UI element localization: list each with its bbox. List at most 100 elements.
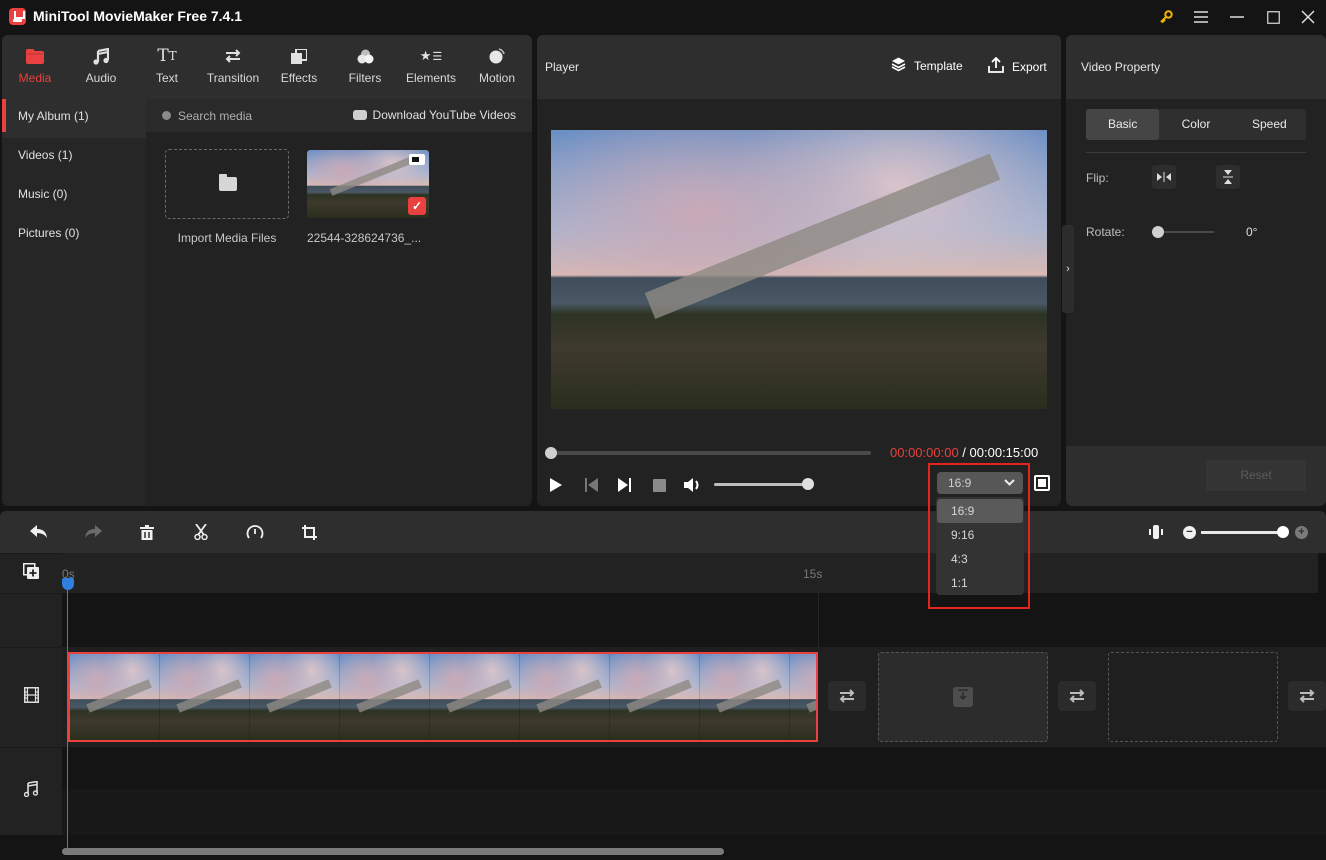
flip-vertical-button[interactable] — [1216, 165, 1240, 189]
volume-icon[interactable] — [684, 477, 702, 493]
timeline-horizontal-scrollbar[interactable] — [62, 848, 724, 855]
seek-bar[interactable] — [545, 447, 871, 459]
total-time: 00:00:15:00 — [969, 445, 1039, 460]
download-youtube-button[interactable]: Download YouTube Videos — [352, 108, 516, 122]
transition-slot-button[interactable] — [828, 681, 866, 711]
previous-frame-button[interactable] — [582, 477, 600, 493]
zoom-out-icon[interactable]: − — [1183, 526, 1196, 539]
next-frame-button[interactable] — [615, 477, 633, 493]
checkmark-icon: ✓ — [408, 197, 426, 215]
album-item-pictures[interactable]: Pictures (0) — [2, 216, 146, 255]
fullscreen-icon[interactable] — [1034, 475, 1050, 491]
tab-basic[interactable]: Basic — [1086, 109, 1160, 140]
transition-slot-button[interactable] — [1058, 681, 1096, 711]
motion-icon — [464, 47, 530, 65]
frame-road — [626, 679, 692, 713]
media-library: Download YouTube Videos Import Media Fil… — [146, 99, 532, 506]
audio-waveform-icon[interactable] — [1146, 523, 1166, 541]
speed-gauge-icon[interactable] — [245, 523, 265, 541]
tab-color[interactable]: Color — [1159, 109, 1232, 140]
reset-button[interactable]: Reset — [1206, 460, 1306, 491]
media-clip-thumbnail[interactable]: ✓ — [307, 150, 429, 218]
text-icon: TT — [157, 46, 177, 66]
tab-elements[interactable]: ★ ☰ Elements — [398, 35, 464, 99]
template-button[interactable]: Template — [891, 57, 963, 75]
zoom-handle[interactable] — [1277, 526, 1289, 538]
album-item-my-album[interactable]: My Album (1) — [2, 99, 146, 138]
aspect-option-16-9[interactable]: 16:9 — [937, 499, 1023, 523]
playhead-handle[interactable] — [62, 578, 74, 590]
timeline-toolbar — [0, 511, 1326, 553]
media-panel: Media Audio TT Text Transition Effects F… — [2, 35, 532, 506]
tab-transition[interactable]: Transition — [200, 35, 266, 99]
template-label: Template — [914, 59, 963, 73]
tab-effects[interactable]: Effects — [266, 35, 332, 99]
video-camera-icon — [409, 154, 425, 165]
ruler-marker — [818, 593, 819, 647]
add-track-button[interactable] — [0, 553, 62, 593]
search-input[interactable] — [160, 107, 340, 125]
volume-slider[interactable] — [714, 478, 814, 490]
key-icon[interactable] — [1155, 6, 1177, 28]
property-body: Basic Color Speed Flip: Rotate: 0° — [1066, 99, 1326, 446]
aspect-option-9-16[interactable]: 9:16 — [937, 523, 1023, 547]
aspect-option-4-3[interactable]: 4:3 — [937, 547, 1023, 571]
property-tabs: Basic Color Speed — [1086, 109, 1306, 140]
crop-icon[interactable] — [299, 523, 319, 541]
current-time: 00:00:00:00 — [890, 445, 959, 460]
album-item-videos[interactable]: Videos (1) — [2, 138, 146, 177]
video-preview[interactable] — [551, 130, 1047, 409]
redo-icon[interactable] — [83, 523, 103, 541]
close-icon[interactable] — [1297, 6, 1319, 28]
aspect-option-1-1[interactable]: 1:1 — [937, 571, 1023, 595]
play-button[interactable] — [547, 477, 565, 493]
rotate-handle[interactable] — [1152, 226, 1164, 238]
video-clip[interactable] — [68, 652, 818, 742]
clip-drop-slot[interactable] — [878, 652, 1048, 742]
tab-audio[interactable]: Audio — [68, 35, 134, 99]
frame-road — [536, 679, 602, 713]
frame-road — [266, 679, 332, 713]
stop-button[interactable] — [650, 477, 668, 493]
player-header: Player Template Export — [537, 35, 1061, 99]
transition-slot-button[interactable] — [1288, 681, 1326, 711]
clip-frame — [790, 654, 816, 740]
frame-road — [806, 679, 816, 713]
clip-frame — [340, 654, 430, 740]
tab-motion[interactable]: Motion — [464, 35, 530, 99]
import-media-button[interactable] — [165, 149, 289, 219]
menu-icon[interactable] — [1190, 6, 1212, 28]
volume-handle[interactable] — [802, 478, 814, 490]
split-scissors-icon[interactable] — [191, 523, 211, 541]
tab-label: Motion — [478, 71, 516, 85]
zoom-in-icon[interactable]: + — [1295, 526, 1308, 539]
tab-speed[interactable]: Speed — [1233, 109, 1306, 140]
frame-road — [176, 679, 242, 713]
delete-icon[interactable] — [137, 523, 157, 541]
flip-horizontal-button[interactable] — [1152, 165, 1176, 189]
album-item-music[interactable]: Music (0) — [2, 177, 146, 216]
tab-text[interactable]: TT Text — [134, 35, 200, 99]
title-bar: MiniTool MovieMaker Free 7.4.1 — [0, 0, 1326, 34]
rotate-label: Rotate: — [1086, 225, 1125, 239]
tab-label: Audio — [85, 71, 117, 85]
rotate-slider[interactable] — [1152, 226, 1214, 238]
aspect-ratio-select[interactable]: 16:9 — [937, 472, 1023, 494]
tab-filters[interactable]: Filters — [332, 35, 398, 99]
maximize-icon[interactable] — [1262, 6, 1284, 28]
timecode: 00:00:00:00 / 00:00:15:00 — [890, 445, 1038, 460]
tab-media[interactable]: Media — [2, 35, 68, 99]
clip-drop-slot[interactable] — [1108, 652, 1278, 742]
overlay-track[interactable] — [62, 593, 1326, 647]
export-button[interactable]: Export — [988, 56, 1047, 76]
timeline-ruler[interactable]: 0s 15s — [62, 553, 1318, 593]
export-icon — [988, 56, 1004, 76]
undo-icon[interactable] — [29, 523, 49, 541]
collapse-panel-chevron-icon[interactable]: › — [1062, 225, 1074, 313]
minimize-icon[interactable] — [1226, 6, 1248, 28]
track-header-video — [0, 647, 62, 747]
seek-handle[interactable] — [545, 447, 557, 459]
video-property-panel: Video Property Basic Color Speed Flip: R… — [1066, 35, 1326, 506]
tab-label: Elements — [405, 71, 457, 85]
timeline-zoom-slider[interactable] — [1201, 526, 1289, 538]
